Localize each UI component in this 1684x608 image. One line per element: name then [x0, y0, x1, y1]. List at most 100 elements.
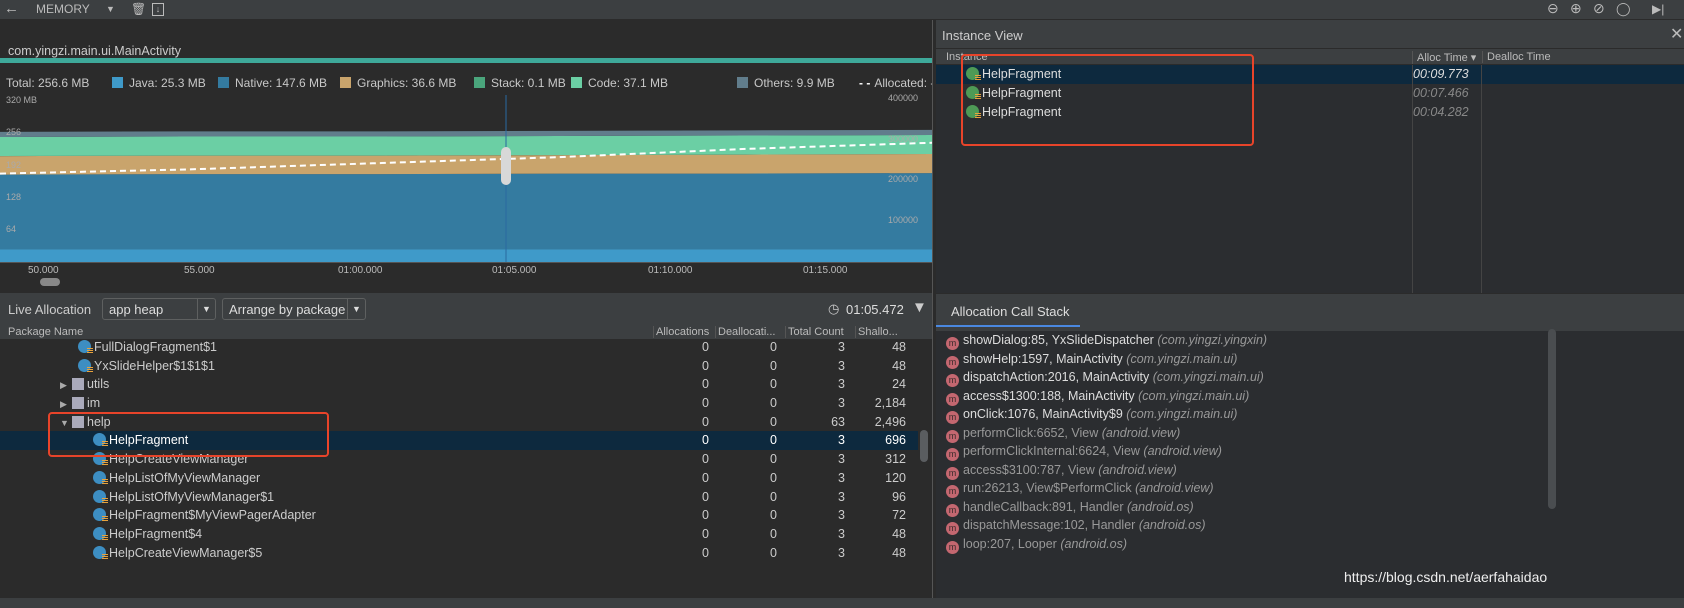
column-header[interactable]: Shallo...	[855, 326, 915, 338]
class-icon	[93, 508, 108, 523]
profiler-selector[interactable]: MEMORY	[36, 2, 90, 16]
timeline-scroll-thumb[interactable]	[40, 278, 60, 286]
stack-frame[interactable]: m dispatchAction:2016, MainActivity (com.…	[936, 368, 1684, 387]
back-arrow-icon[interactable]: ←	[4, 0, 19, 17]
column-header[interactable]: Total Count	[785, 326, 849, 338]
table-row[interactable]: HelpFragment$MyViewPagerAdapter 0 0 3 72	[0, 506, 918, 525]
legend-java: Java: 25.3 MB	[129, 76, 206, 90]
stack-frame[interactable]: m performClick:6652, View (android.view)	[936, 424, 1684, 443]
cell-shallow: 312	[885, 452, 906, 467]
class-icon	[93, 470, 108, 485]
table-row[interactable]: HelpListOfMyViewManager$1 0 0 3 96	[0, 488, 918, 507]
frame-method: performClick:6652, View	[963, 425, 1099, 440]
frame-method: handleCallback:891, Handler	[963, 499, 1124, 514]
method-icon: m	[946, 374, 959, 387]
reset-zoom-icon[interactable]: ⊘	[1593, 0, 1605, 17]
table-row[interactable]: ▶ utils 0 0 3 24	[0, 375, 918, 394]
time-tick: 01:05.000	[492, 265, 537, 276]
legend-others: Others: 9.9 MB	[754, 76, 835, 90]
cell-alloc: 0	[702, 358, 709, 373]
column-header[interactable]: Allocations	[653, 326, 713, 338]
activity-bar[interactable]	[0, 58, 932, 63]
column-header[interactable]: Deallocati...	[715, 326, 781, 338]
cell-alloc: 0	[702, 545, 709, 560]
cell-total: 3	[838, 489, 845, 504]
row-name: FullDialogFragment$1	[94, 340, 217, 354]
stack-frame[interactable]: m run:26213, View$PerformClick (android.v…	[936, 479, 1684, 498]
save-download-icon[interactable]: ↓	[152, 3, 164, 16]
table-row[interactable]: HelpListOfMyViewManager 0 0 3 120	[0, 469, 918, 488]
left-axis-tick: 256	[6, 127, 22, 138]
table-scrollbar[interactable]	[920, 430, 928, 462]
cell-total: 3	[838, 396, 845, 411]
arrange-dropdown[interactable]: Arrange by package ▼	[222, 298, 366, 320]
table-row[interactable]: HelpCreateViewManager$5 0 0 3 48	[0, 544, 918, 563]
expand-arrow-right-icon[interactable]: ▶	[60, 380, 72, 391]
java-swatch	[112, 77, 123, 88]
cell-dealloc: 0	[770, 489, 777, 504]
go-live-icon[interactable]: ▶|	[1652, 2, 1664, 16]
native-swatch	[218, 77, 229, 88]
stack-frame[interactable]: m showHelp:1597, MainActivity (com.yingzi…	[936, 350, 1684, 369]
call-stack-scrollbar[interactable]	[1548, 329, 1556, 509]
call-stack-list: m showDialog:85, YxSlideDispatcher (com.y…	[936, 331, 1684, 598]
cell-total: 3	[838, 545, 845, 560]
frame-package: (com.yingzi.main.ui)	[1126, 351, 1238, 366]
frame-package: (com.yingzi.main.ui)	[1138, 388, 1250, 403]
instance-view-panel: Instance View ✕ Instance Alloc Time ▾ De…	[936, 20, 1684, 598]
stack-frame[interactable]: m loop:207, Looper (android.os)	[936, 535, 1684, 554]
area-java	[0, 249, 932, 262]
instance-view-title: Instance View	[942, 28, 1023, 43]
filter-icon[interactable]: ▼	[912, 299, 927, 316]
cell-shallow: 48	[892, 358, 906, 373]
class-icon	[78, 340, 93, 354]
time-tick: 50.000	[28, 265, 59, 276]
stack-frame[interactable]: m access$1300:188, MainActivity (com.ying…	[936, 387, 1684, 406]
zoom-to-selection-icon[interactable]: ◯	[1616, 1, 1631, 17]
legend-graphics: Graphics: 36.6 MB	[357, 76, 457, 90]
table-row[interactable]: ▶ im 0 0 3 2,184	[0, 394, 918, 413]
live-allocation-label: Live Allocation	[8, 302, 92, 317]
stack-frame[interactable]: m onClick:1076, MainActivity$9 (com.yingz…	[936, 405, 1684, 424]
tab-allocation-call-stack[interactable]: Allocation Call Stack	[951, 304, 1070, 319]
zoom-in-icon[interactable]: ⊕	[1570, 0, 1582, 17]
cell-total: 3	[838, 452, 845, 467]
cell-shallow: 120	[885, 470, 906, 485]
chevron-down-icon[interactable]: ▼	[106, 4, 115, 14]
col-alloc-time[interactable]: Alloc Time ▾	[1412, 51, 1476, 64]
highlight-box	[961, 54, 1254, 146]
stack-frame[interactable]: m handleCallback:891, Handler (android.os…	[936, 498, 1684, 517]
col-dealloc-time[interactable]: Dealloc Time	[1482, 51, 1551, 63]
highlight-box	[48, 412, 329, 457]
stack-frame[interactable]: m showDialog:85, YxSlideDispatcher (com.y…	[936, 331, 1684, 350]
zoom-out-icon[interactable]: ⊖	[1547, 0, 1559, 17]
table-row[interactable]: FullDialogFragment$1 0 0 3 48	[0, 338, 918, 357]
cell-dealloc: 0	[770, 396, 777, 411]
cell-shallow: 48	[892, 545, 906, 560]
cell-shallow: 2,184	[874, 396, 906, 411]
tab-underline	[936, 325, 1080, 327]
table-row[interactable]: YxSlideHelper$1$1$1 0 0 3 48	[0, 357, 918, 376]
legend-native: Native: 147.6 MB	[235, 76, 328, 90]
class-icon	[78, 358, 93, 373]
heap-dropdown[interactable]: app heap ▼	[102, 298, 216, 320]
expand-arrow-right-icon[interactable]: ▶	[60, 399, 72, 410]
method-icon: m	[946, 392, 959, 406]
selection-handle[interactable]	[501, 147, 511, 185]
cell-alloc: 0	[702, 489, 709, 504]
stack-frame[interactable]: m access$3100:787, View (android.view)	[936, 461, 1684, 480]
stack-frame[interactable]: m performClickInternal:6624, View (androi…	[936, 442, 1684, 461]
time-tick: 01:15.000	[803, 265, 848, 276]
class-icon	[93, 489, 108, 504]
row-name: HelpListOfMyViewManager	[109, 470, 261, 485]
trash-icon[interactable]: 🗑	[131, 2, 146, 16]
memory-chart[interactable]	[0, 95, 932, 262]
column-header[interactable]: Package Name	[8, 326, 648, 338]
close-icon[interactable]: ✕	[1670, 24, 1683, 44]
time-tick: 01:10.000	[648, 265, 693, 276]
cell-alloc: 0	[702, 396, 709, 411]
table-row[interactable]: HelpFragment$4 0 0 3 48	[0, 525, 918, 544]
cell-dealloc: 0	[770, 377, 777, 392]
cell-shallow: 96	[892, 489, 906, 504]
stack-frame[interactable]: m dispatchMessage:102, Handler (android.o…	[936, 516, 1684, 535]
